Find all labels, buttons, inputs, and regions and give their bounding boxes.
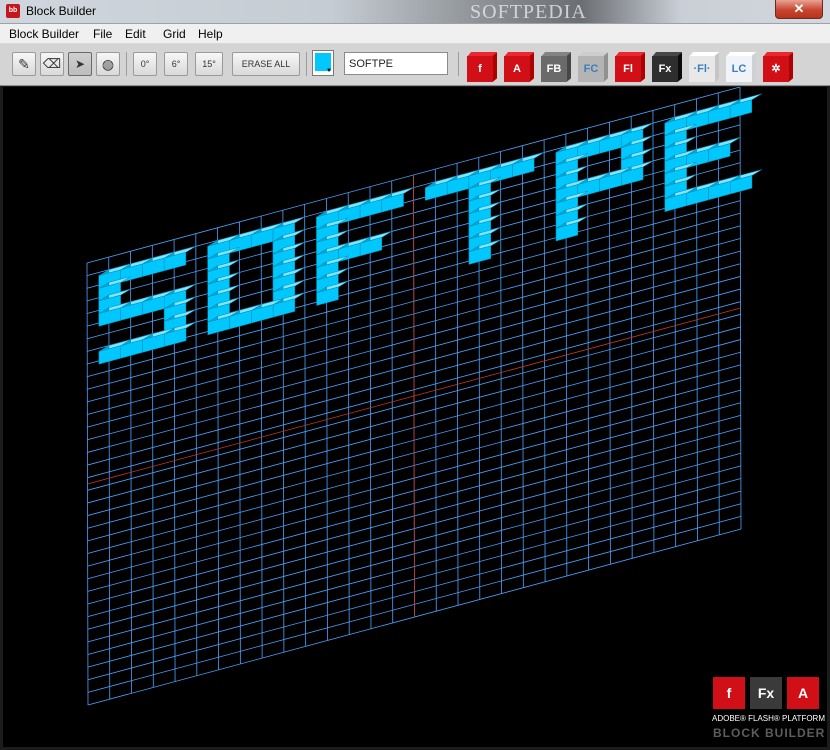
toolbar: ✎ ⌫ ➤ ◍ 0° 6° 15° ERASE ALL ▼ fA FB FC Fl Fx… bbox=[0, 44, 830, 86]
letter-block[interactable] bbox=[163, 246, 196, 272]
brand-block-3[interactable]: FC bbox=[577, 52, 609, 84]
block-text-input[interactable] bbox=[344, 52, 448, 75]
letter-block[interactable] bbox=[359, 231, 392, 257]
letter-block[interactable] bbox=[729, 169, 763, 195]
brand-block-6[interactable]: ·Fl· bbox=[688, 52, 720, 84]
letter-block[interactable] bbox=[708, 137, 741, 163]
eraser-icon: ⌫ bbox=[42, 56, 62, 71]
toolbar-separator bbox=[306, 52, 307, 76]
letter-block[interactable] bbox=[381, 187, 414, 213]
title-watermark: SOFTPEDIA bbox=[470, 1, 587, 23]
title-bar: bb Block Builder SOFTPEDIA ✕ bbox=[0, 0, 830, 24]
app-icon: bb bbox=[6, 4, 20, 18]
letter-block[interactable] bbox=[729, 93, 762, 119]
eraser-tool-button[interactable]: ⌫ bbox=[40, 52, 64, 76]
block-color-picker[interactable]: ▼ bbox=[312, 50, 334, 76]
brand-label: Fx bbox=[652, 56, 678, 82]
block-canvas[interactable] bbox=[3, 87, 827, 747]
block-face bbox=[425, 181, 448, 201]
flash-logo-block: f bbox=[713, 677, 745, 709]
brand-label: ·Fl· bbox=[689, 56, 715, 82]
brand-label: FC bbox=[578, 56, 604, 82]
brand-block-5[interactable]: Fx bbox=[651, 52, 683, 84]
toolbar-separator bbox=[458, 52, 459, 76]
cursor-arrow-icon: ➤ bbox=[74, 57, 86, 71]
brand-label: f bbox=[467, 56, 493, 82]
chevron-down-icon: ▼ bbox=[326, 68, 332, 74]
angle-6-button[interactable]: 6° bbox=[164, 52, 188, 76]
brand-label: A bbox=[504, 56, 530, 82]
brand-label: Fl bbox=[615, 56, 641, 82]
app-caption: BLOCK BUILDER bbox=[713, 726, 826, 740]
block-face bbox=[98, 345, 122, 365]
brand-block-4[interactable]: Fl bbox=[614, 52, 646, 84]
brand-label: FB bbox=[541, 56, 567, 82]
brand-block-0[interactable]: f bbox=[466, 52, 498, 84]
air-logo-block: A bbox=[787, 677, 819, 709]
rotate-tool-button[interactable]: ◍ bbox=[96, 52, 120, 76]
menu-block-builder[interactable]: Block Builder bbox=[9, 27, 79, 41]
flex-logo-block: Fx bbox=[750, 677, 782, 709]
letter-block[interactable] bbox=[512, 152, 545, 178]
window-title: Block Builder bbox=[26, 4, 97, 18]
angle-0-button[interactable]: 0° bbox=[133, 52, 157, 76]
brand-block-8[interactable]: ✲ bbox=[762, 52, 794, 84]
brand-label: ✲ bbox=[763, 56, 789, 82]
globe-icon: ◍ bbox=[101, 56, 115, 72]
brand-block-1[interactable]: A bbox=[503, 52, 535, 84]
erase-all-button[interactable]: ERASE ALL bbox=[232, 52, 300, 76]
pencil-icon: ✎ bbox=[18, 56, 30, 72]
platform-caption: ADOBE® FLASH® PLATFORM bbox=[712, 714, 825, 723]
isometric-grid-scene[interactable] bbox=[3, 87, 827, 747]
menu-file[interactable]: File bbox=[93, 27, 112, 41]
pencil-tool-button[interactable]: ✎ bbox=[12, 52, 36, 76]
brand-block-2[interactable]: FB bbox=[540, 52, 572, 84]
menu-help[interactable]: Help bbox=[198, 27, 223, 41]
toolbar-separator bbox=[126, 52, 127, 76]
brand-block-7[interactable]: LC bbox=[725, 52, 757, 84]
angle-15-button[interactable]: 15° bbox=[195, 52, 223, 76]
select-tool-button[interactable]: ➤ bbox=[68, 52, 92, 76]
brand-label: LC bbox=[726, 56, 752, 82]
close-button[interactable]: ✕ bbox=[775, 0, 823, 19]
menu-grid[interactable]: Grid bbox=[163, 27, 186, 41]
menu-bar: Block Builder File Edit Grid Help bbox=[0, 24, 830, 44]
menu-edit[interactable]: Edit bbox=[125, 27, 146, 41]
